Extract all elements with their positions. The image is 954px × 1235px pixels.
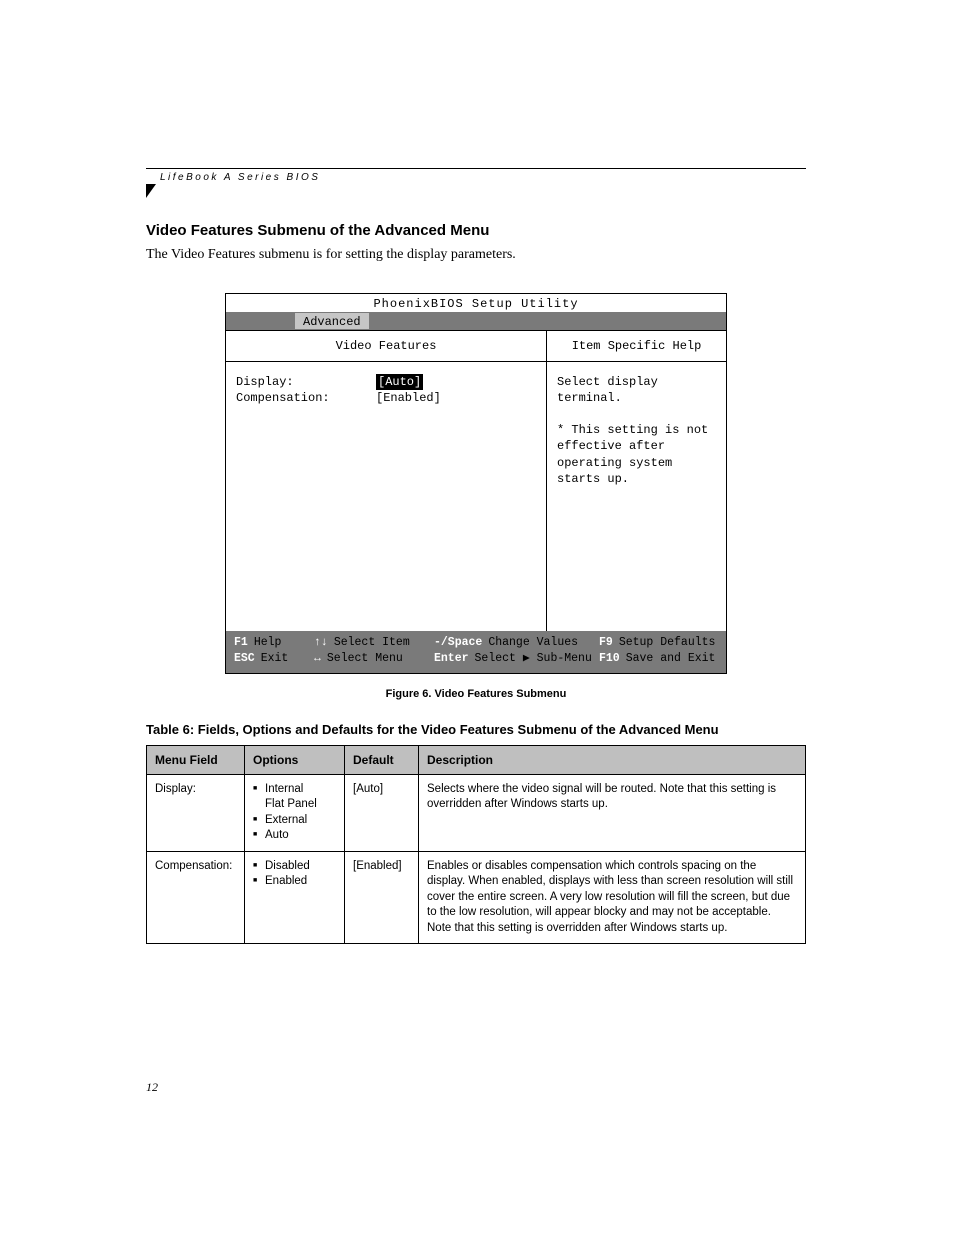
col-menu-field: Menu Field bbox=[147, 745, 245, 774]
running-header-wedge-icon bbox=[146, 184, 156, 198]
table-header-row: Menu Field Options Default Description bbox=[147, 745, 806, 774]
option-item: External bbox=[253, 813, 336, 829]
fields-table: Menu Field Options Default Description D… bbox=[146, 745, 806, 945]
bios-field-label: Display: bbox=[236, 374, 376, 390]
key-esc: ESC bbox=[234, 651, 255, 667]
bios-footer-keys: F1 Help ↑↓ Select Item -/Space Change Value… bbox=[226, 631, 726, 673]
key-desc: Exit bbox=[261, 651, 289, 667]
key-f1: F1 bbox=[234, 635, 248, 651]
key-f9: F9 bbox=[599, 635, 613, 651]
bios-field-compensation[interactable]: Compensation: [Enabled] bbox=[236, 390, 536, 406]
key-desc: Help bbox=[254, 635, 282, 651]
bios-settings-list: Display: [Auto] Compensation: [Enabled] bbox=[226, 362, 546, 631]
key-desc: Select Menu bbox=[327, 651, 403, 667]
bios-field-value[interactable]: [Enabled] bbox=[376, 390, 441, 406]
bios-field-value[interactable]: [Auto] bbox=[376, 374, 423, 390]
page-number: 12 bbox=[146, 1080, 158, 1095]
running-header-rule bbox=[146, 168, 806, 169]
key-desc: Change Values bbox=[488, 635, 578, 651]
bios-setup-utility: PhoenixBIOS Setup Utility Advanced Video… bbox=[225, 293, 727, 674]
key-desc: Setup Defaults bbox=[619, 635, 716, 651]
cell-description: Selects where the video signal will be r… bbox=[419, 774, 806, 851]
key-leftright-icon: ↔ bbox=[314, 651, 321, 667]
bios-help-panel-title: Item Specific Help bbox=[547, 331, 726, 362]
col-default: Default bbox=[345, 745, 419, 774]
table-row: Display: Internal Flat Panel External Au… bbox=[147, 774, 806, 851]
table-caption: Table 6: Fields, Options and Defaults fo… bbox=[146, 722, 806, 737]
table-row: Compensation: Disabled Enabled [Enabled]… bbox=[147, 851, 806, 944]
cell-default: [Enabled] bbox=[345, 851, 419, 944]
bios-menu-tabbar: Advanced bbox=[226, 312, 726, 330]
tab-advanced[interactable]: Advanced bbox=[294, 312, 370, 330]
cell-default: [Auto] bbox=[345, 774, 419, 851]
option-item: Internal bbox=[253, 782, 336, 798]
option-item: Auto bbox=[253, 828, 336, 844]
col-description: Description bbox=[419, 745, 806, 774]
option-item: Flat Panel bbox=[253, 797, 336, 813]
cell-menu-field: Compensation: bbox=[147, 851, 245, 944]
figure-caption: Figure 6. Video Features Submenu bbox=[146, 688, 806, 700]
cell-options: Disabled Enabled bbox=[245, 851, 345, 944]
intro-paragraph: The Video Features submenu is for settin… bbox=[146, 245, 806, 265]
key-minus-space: -/Space bbox=[434, 635, 482, 651]
key-enter: Enter bbox=[434, 651, 469, 667]
bios-field-label: Compensation: bbox=[236, 390, 376, 406]
key-desc: Select Item bbox=[334, 635, 410, 651]
key-desc: Save and Exit bbox=[626, 651, 716, 667]
option-item: Disabled bbox=[253, 859, 336, 875]
option-item: Enabled bbox=[253, 874, 336, 890]
bios-help-text: Select display terminal. * This setting … bbox=[547, 362, 726, 631]
cell-menu-field: Display: bbox=[147, 774, 245, 851]
bios-title: PhoenixBIOS Setup Utility bbox=[226, 294, 726, 312]
col-options: Options bbox=[245, 745, 345, 774]
key-f10: F10 bbox=[599, 651, 620, 667]
cell-options: Internal Flat Panel External Auto bbox=[245, 774, 345, 851]
running-header: LifeBook A Series BIOS bbox=[160, 172, 320, 183]
bios-left-panel-title: Video Features bbox=[226, 331, 546, 362]
bios-field-display[interactable]: Display: [Auto] bbox=[236, 374, 536, 390]
key-updown-icon: ↑↓ bbox=[314, 635, 328, 651]
cell-description: Enables or disables compensation which c… bbox=[419, 851, 806, 944]
section-heading: Video Features Submenu of the Advanced M… bbox=[146, 222, 806, 239]
key-desc: Select ▶ Sub-Menu bbox=[475, 651, 592, 667]
